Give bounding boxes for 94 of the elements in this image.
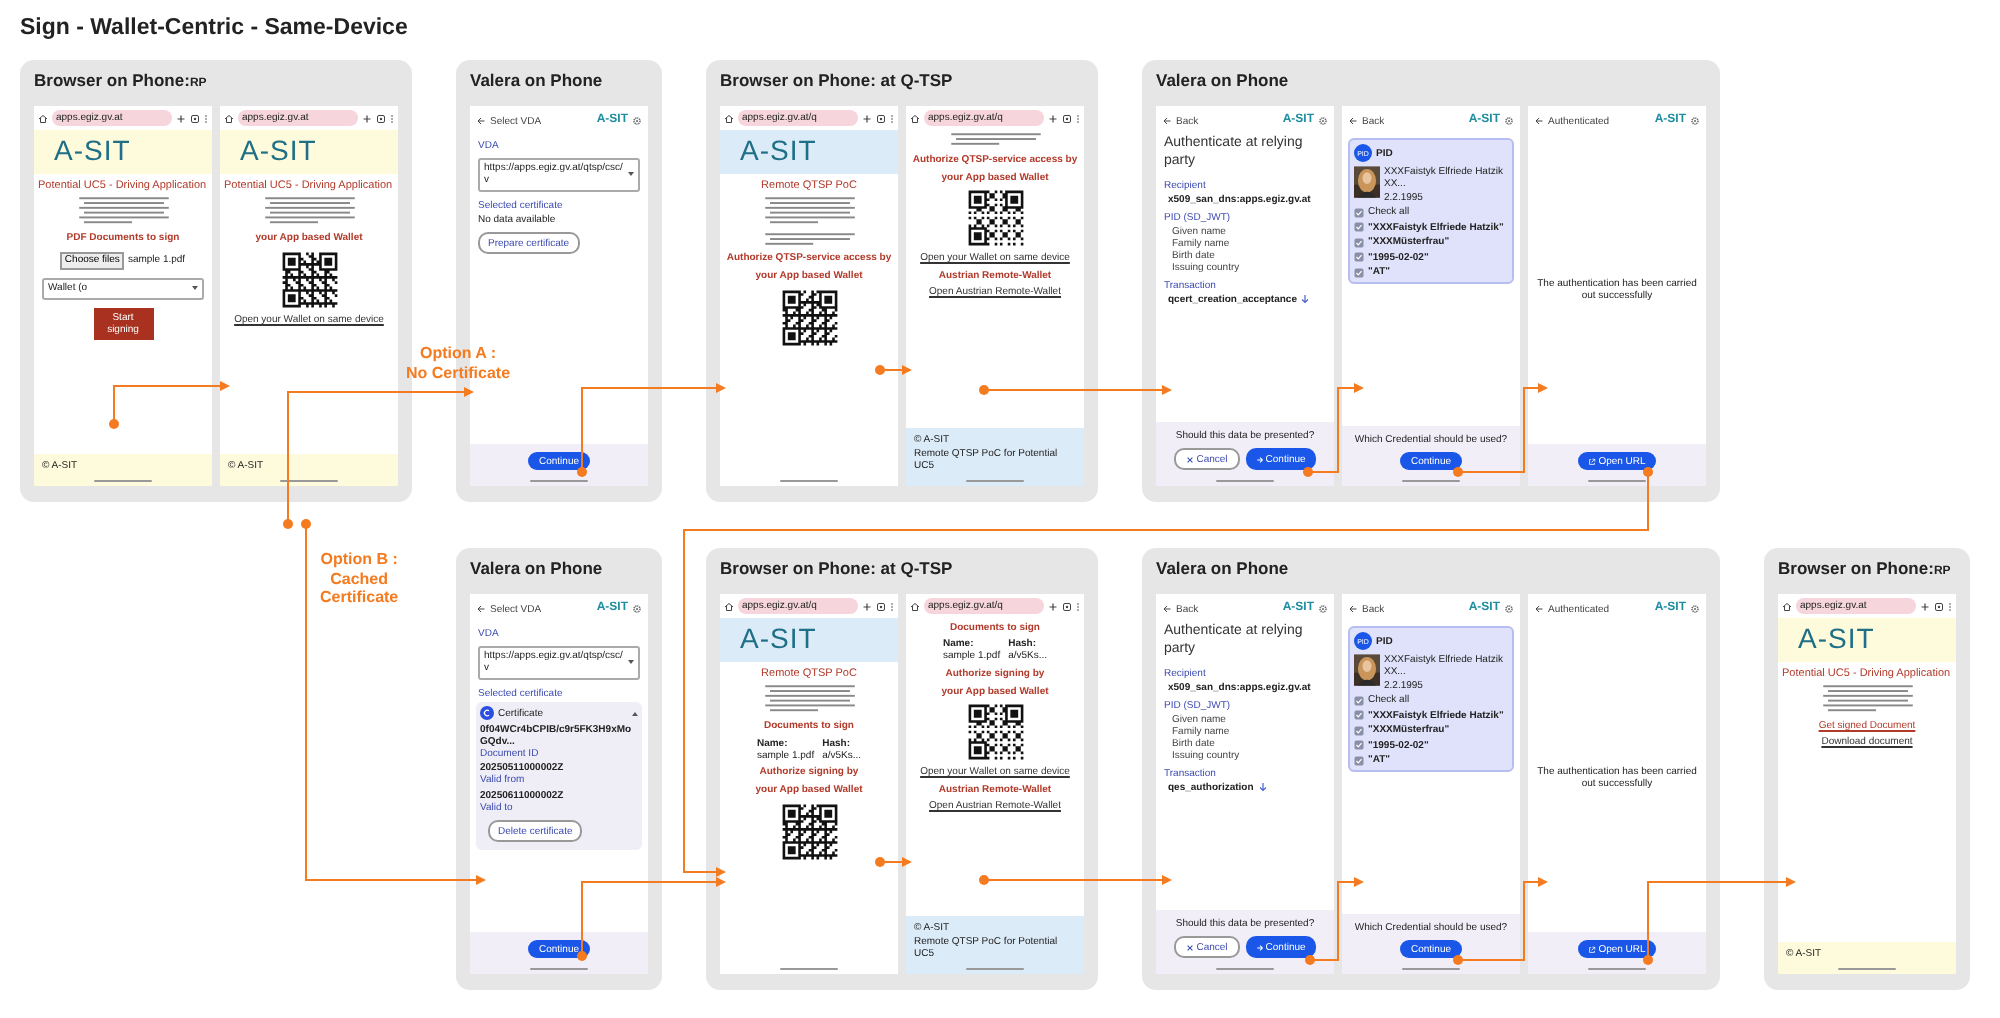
home-icon[interactable]: [38, 113, 48, 123]
home-indicator: [1402, 967, 1460, 970]
checkbox[interactable]: [1354, 755, 1364, 766]
plus-icon[interactable]: [1048, 601, 1058, 611]
external-link-icon: [1588, 457, 1597, 465]
home-icon[interactable]: [1782, 601, 1792, 611]
qr-code: [779, 801, 839, 862]
back-arrow-icon[interactable]: [1162, 604, 1172, 615]
home-icon[interactable]: [910, 113, 920, 123]
external-link-icon: [1588, 945, 1597, 953]
home-indicator: [1216, 967, 1274, 970]
plus-icon[interactable]: [176, 113, 186, 123]
back-arrow-icon[interactable]: [1348, 604, 1358, 615]
settings-icon[interactable]: [632, 604, 642, 615]
checkbox[interactable]: [1354, 740, 1364, 751]
tabs-icon[interactable]: [190, 113, 200, 123]
tabs-icon[interactable]: [1062, 113, 1072, 123]
qr-code: [779, 287, 839, 348]
diagram-title: Sign - Wallet-Centric - Same-Device: [20, 16, 408, 40]
logo: A-SIT: [240, 134, 317, 166]
home-indicator: [1838, 967, 1896, 970]
checkbox[interactable]: [1354, 695, 1364, 706]
caret-icon[interactable]: [632, 711, 638, 716]
back-arrow-icon[interactable]: [476, 604, 486, 615]
settings-icon[interactable]: [1504, 116, 1514, 127]
checkbox[interactable]: [1354, 222, 1364, 233]
tabs-icon[interactable]: [876, 601, 886, 611]
home-icon[interactable]: [724, 113, 734, 123]
home-icon[interactable]: [724, 601, 734, 611]
option-label: Option B : Cached Certificate: [320, 550, 399, 608]
back-arrow-icon[interactable]: [476, 116, 486, 127]
settings-icon[interactable]: [1690, 604, 1700, 615]
plus-icon[interactable]: [862, 113, 872, 123]
home-indicator: [280, 479, 338, 482]
close-icon: [1186, 455, 1195, 463]
logo: A-SIT: [740, 134, 817, 166]
checkbox[interactable]: [1354, 725, 1364, 736]
home-indicator: [530, 967, 588, 970]
back-arrow-icon[interactable]: [1534, 116, 1544, 127]
home-indicator: [966, 479, 1024, 482]
caret-icon: [628, 172, 634, 177]
caret-icon: [192, 286, 198, 291]
settings-icon[interactable]: [632, 116, 642, 127]
panel-title: Valera on Phone: [470, 558, 605, 582]
logo: A-SIT: [1798, 622, 1875, 654]
arrow-icon: [1255, 943, 1264, 951]
option-label: Option A : No Certificate: [406, 344, 511, 383]
settings-icon[interactable]: [1504, 604, 1514, 615]
tabs-icon[interactable]: [876, 113, 886, 123]
panel-title: Valera on Phone: [1156, 70, 1291, 94]
qr-code: [965, 702, 1025, 762]
caret-icon: [628, 660, 634, 665]
logo: A-SIT: [54, 134, 131, 166]
home-indicator: [780, 479, 838, 482]
panel-title: Valera on Phone: [1156, 558, 1291, 582]
qr-code: [965, 188, 1025, 249]
home-indicator: [1588, 479, 1646, 482]
connector-arrow: [109, 381, 230, 429]
tabs-icon[interactable]: [376, 113, 386, 123]
back-arrow-icon[interactable]: [1162, 116, 1172, 127]
plus-icon[interactable]: [362, 113, 372, 123]
plus-icon[interactable]: [1048, 113, 1058, 123]
checkbox[interactable]: [1354, 252, 1364, 263]
qr-code: [279, 249, 339, 310]
checkbox[interactable]: [1354, 207, 1364, 218]
plus-icon[interactable]: [1920, 601, 1930, 611]
home-indicator: [1216, 479, 1274, 482]
checkbox[interactable]: [1354, 710, 1364, 721]
tabs-icon[interactable]: [1062, 601, 1072, 611]
tabs-icon[interactable]: [1934, 601, 1944, 611]
settings-icon[interactable]: [1690, 116, 1700, 127]
connector-arrow: [875, 365, 912, 375]
home-indicator: [780, 967, 838, 970]
back-arrow-icon[interactable]: [1534, 604, 1544, 615]
panel-title: Valera on Phone: [470, 70, 605, 94]
close-icon: [1186, 943, 1195, 951]
panel-title: Browser on Phone: at Q-TSP: [720, 558, 955, 582]
home-indicator: [530, 479, 588, 482]
home-indicator: [1402, 479, 1460, 482]
home-indicator: [94, 479, 152, 482]
back-arrow-icon[interactable]: [1348, 116, 1358, 127]
home-icon[interactable]: [910, 601, 920, 611]
certificate-avatar-icon: [480, 706, 494, 721]
home-indicator: [1588, 967, 1646, 970]
panel-title: Browser on Phone: at Q-TSP: [720, 70, 955, 94]
settings-icon[interactable]: [1318, 604, 1328, 615]
arrow-icon: [1255, 455, 1264, 463]
plus-icon[interactable]: [862, 601, 872, 611]
home-icon[interactable]: [224, 113, 234, 123]
checkbox[interactable]: [1354, 267, 1364, 278]
checkbox[interactable]: [1354, 237, 1364, 248]
logo: A-SIT: [740, 622, 817, 654]
settings-icon[interactable]: [1318, 116, 1328, 127]
home-indicator: [966, 967, 1024, 970]
